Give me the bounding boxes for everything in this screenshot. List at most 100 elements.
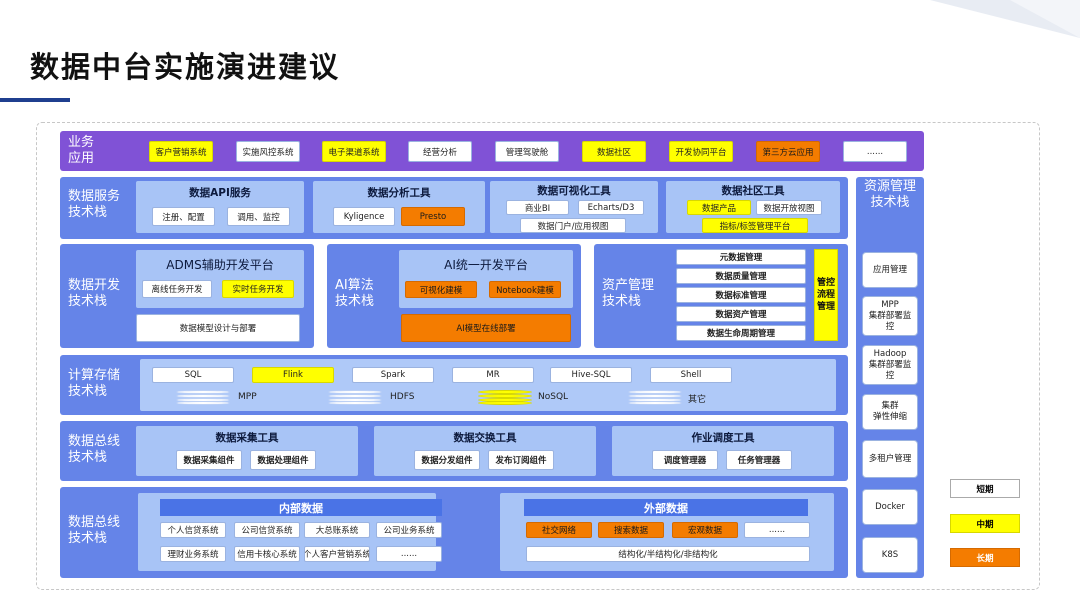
api-service-group: 数据API服务 注册、配置 调用、监控 — [136, 181, 304, 233]
exchange-tool-group: 数据交换工具 数据分发组件 发布订阅组件 — [374, 426, 596, 476]
app-layer-band: 业务 应用 客户营销系统 实施风控系统 电子渠道系统 经营分析 管理驾驶舱 数据… — [60, 131, 924, 171]
external-chip-macro: 宏观数据 — [672, 522, 738, 538]
exchange-chip-pubsub: 发布订阅组件 — [488, 450, 554, 470]
internal-chip-ledger: 大总账系统 — [304, 522, 370, 538]
internal-chip-more: ...... — [376, 546, 442, 562]
schedule-tool-group: 作业调度工具 调度管理器 任务管理器 — [612, 426, 834, 476]
other-db-icon — [628, 390, 682, 405]
resource-chip-hadoop: Hadoop 集群部署监控 — [862, 345, 918, 385]
bus-layer-label: 数据总线 技术栈 — [68, 434, 121, 465]
app-chip-crm: 客户营销系统 — [149, 141, 213, 162]
service-layer-band: 数据服务 技术栈 数据API服务 注册、配置 调用、监控 数据分析工具 Kyli… — [60, 177, 848, 239]
exchange-tool-title: 数据交换工具 — [453, 432, 517, 444]
adms-group: ADMS辅助开发平台 离线任务开发 实时任务开发 — [136, 250, 304, 308]
compute-chip-hivesql: Hive-SQL — [550, 367, 632, 383]
adms-title: ADMS辅助开发平台 — [166, 258, 274, 272]
asset-layer-band: 资产管理 技术栈 元数据管理 数据质量管理 数据标准管理 数据资产管理 数据生命… — [594, 244, 848, 348]
viz-tool-group: 数据可视化工具 商业BI Echarts/D3 数据门户/应用视图 — [490, 181, 658, 233]
ai-platform-title: AI统一开发平台 — [444, 258, 528, 272]
ai-layer-band: AI算法 技术栈 AI统一开发平台 可视化建模 Notebook建模 AI模型在… — [327, 244, 581, 348]
compute-layer-band: 计算存储 技术栈 SQL Flink Spark MR Hive-SQL She… — [60, 355, 848, 415]
title-underline — [0, 98, 70, 102]
app-chip-thirdparty: 第三方云应用 — [756, 141, 820, 162]
api-chip-invoke: 调用、监控 — [227, 207, 290, 226]
app-chip-devcollab: 开发协同平台 — [669, 141, 733, 162]
dev-layer-band: 数据开发 技术栈 ADMS辅助开发平台 离线任务开发 实时任务开发 数据模型设计… — [60, 244, 314, 348]
analysis-tool-group: 数据分析工具 Kyligence Presto — [313, 181, 485, 233]
legend-long-term: 长期 — [950, 548, 1020, 567]
collect-chip-collect: 数据采集组件 — [176, 450, 242, 470]
viz-chip-bi: 商业BI — [506, 200, 569, 215]
source-layer-label: 数据总线 技术栈 — [68, 515, 121, 546]
compute-chip-flink: Flink — [252, 367, 334, 383]
hdfs-db-icon — [328, 390, 382, 405]
internal-data-title: 内部数据 — [160, 499, 442, 516]
app-chip-more: ...... — [843, 141, 907, 162]
external-data-title: 外部数据 — [524, 499, 808, 516]
app-chip-analysis: 经营分析 — [408, 141, 472, 162]
compute-chip-mr: MR — [452, 367, 534, 383]
external-chip-social: 社交网络 — [526, 522, 592, 538]
ai-chip-notebook: Notebook建模 — [489, 281, 561, 298]
internal-chip-wealth: 理财业务系统 — [160, 546, 226, 562]
viz-chip-portal: 数据门户/应用视图 — [520, 218, 626, 233]
internal-chip-marketing: 个人客户营销系统 — [304, 546, 370, 562]
governance-chip: 管控流程管理 — [814, 249, 838, 341]
resource-layer-label: 资源管理 技术栈 — [863, 179, 916, 210]
store-label-nosql: NoSQL — [538, 392, 569, 402]
dev-layer-label: 数据开发 技术栈 — [68, 278, 121, 309]
ai-chip-deploy: AI模型在线部署 — [401, 314, 571, 342]
corner-decoration-light — [1010, 0, 1080, 38]
ai-platform-group: AI统一开发平台 可视化建模 Notebook建模 — [399, 250, 573, 308]
resource-chip-tenant: 多租户管理 — [862, 440, 918, 478]
asset-chip-metadata: 元数据管理 — [676, 249, 806, 265]
bus-layer-band: 数据总线 技术栈 数据采集工具 数据采集组件 数据处理组件 数据交换工具 数据分… — [60, 421, 848, 481]
internal-chip-corp-business: 公司业务系统 — [376, 522, 442, 538]
asset-layer-label: 资产管理 技术栈 — [602, 278, 655, 309]
compute-layer-label: 计算存储 技术栈 — [68, 368, 121, 399]
analysis-chip-presto: Presto — [401, 207, 465, 226]
internal-chip-corp-credit: 公司信贷系统 — [234, 522, 300, 538]
api-chip-register: 注册、配置 — [152, 207, 215, 226]
schedule-chip-scheduler: 调度管理器 — [652, 450, 718, 470]
community-tool-group: 数据社区工具 数据产品 数据开放视图 指标/标签管理平台 — [666, 181, 840, 233]
app-chip-community: 数据社区 — [582, 141, 646, 162]
compute-chip-spark: Spark — [352, 367, 434, 383]
source-layer-band: 数据总线 技术栈 内部数据 个人信贷系统 公司信贷系统 大总账系统 公司业务系统… — [60, 487, 848, 578]
community-chip-product: 数据产品 — [687, 200, 751, 215]
schedule-tool-title: 作业调度工具 — [691, 432, 755, 444]
service-layer-label: 数据服务 技术栈 — [68, 189, 121, 220]
app-chip-risk: 实施风控系统 — [236, 141, 300, 162]
ai-layer-label: AI算法 技术栈 — [335, 278, 375, 309]
resource-chip-k8s: K8S — [862, 537, 918, 573]
adms-chip-offline: 离线任务开发 — [142, 280, 212, 298]
asset-chip-standard: 数据标准管理 — [676, 287, 806, 303]
compute-chip-shell: Shell — [650, 367, 732, 383]
app-chip-cockpit: 管理驾驶舱 — [495, 141, 559, 162]
analysis-tool-title: 数据分析工具 — [367, 187, 431, 199]
community-tool-title: 数据社区工具 — [721, 185, 785, 197]
external-chip-structure: 结构化/半结构化/非结构化 — [526, 546, 810, 562]
store-label-hdfs: HDFS — [390, 392, 415, 402]
app-chip-echannel: 电子渠道系统 — [322, 141, 386, 162]
external-chip-more: ...... — [744, 522, 810, 538]
viz-chip-echarts: Echarts/D3 — [578, 200, 644, 215]
page-title: 数据中台实施演进建议 — [30, 50, 341, 84]
compute-chip-sql: SQL — [152, 367, 234, 383]
collect-tool-title: 数据采集工具 — [215, 432, 279, 444]
internal-chip-card: 信用卡核心系统 — [234, 546, 300, 562]
resource-chip-elastic: 集群 弹性伸缩 — [862, 394, 918, 430]
schedule-chip-task: 任务管理器 — [726, 450, 792, 470]
internal-chip-personal-credit: 个人信贷系统 — [160, 522, 226, 538]
asset-chip-lifecycle: 数据生命周期管理 — [676, 325, 806, 341]
viz-tool-title: 数据可视化工具 — [537, 185, 611, 197]
adms-chip-realtime: 实时任务开发 — [222, 280, 294, 298]
external-chip-search: 搜索数据 — [598, 522, 664, 538]
exchange-chip-distribute: 数据分发组件 — [414, 450, 480, 470]
collect-tool-group: 数据采集工具 数据采集组件 数据处理组件 — [136, 426, 358, 476]
adms-chip-model-design: 数据模型设计与部署 — [136, 314, 300, 342]
resource-chip-mpp: MPP 集群部署监控 — [862, 296, 918, 336]
external-data-group: 外部数据 社交网络 搜索数据 宏观数据 ...... 结构化/半结构化/非结构化 — [500, 493, 834, 571]
asset-chip-quality: 数据质量管理 — [676, 268, 806, 284]
community-chip-metrics: 指标/标签管理平台 — [702, 218, 808, 233]
